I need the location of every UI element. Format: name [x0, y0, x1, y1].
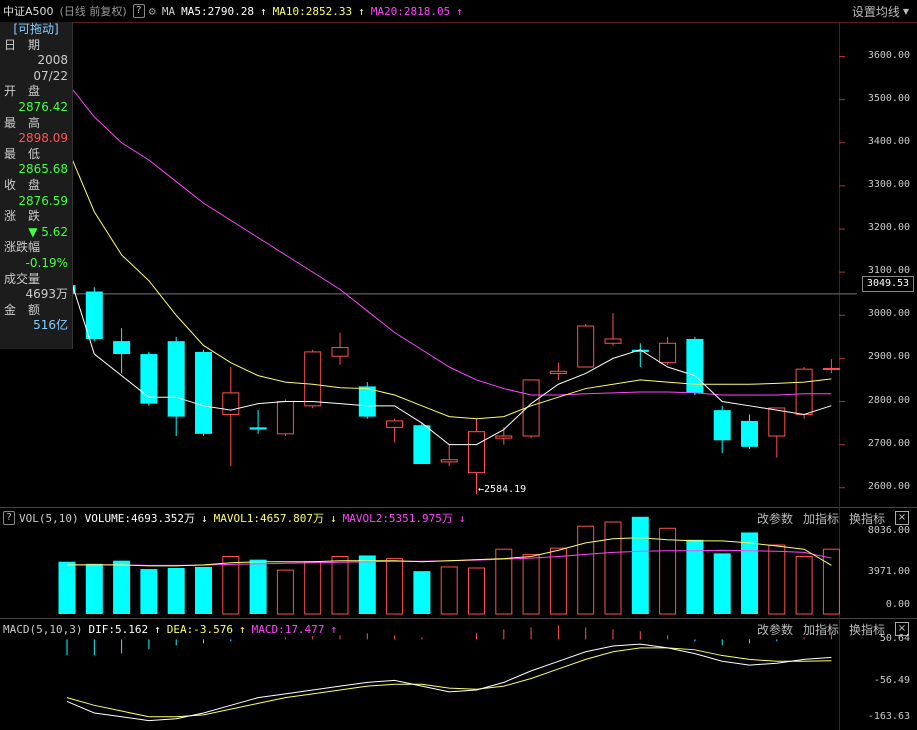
volume-bar [522, 553, 540, 615]
open-label: 开 盘 [4, 84, 41, 99]
vol-axis-label: 8036.00 [867, 525, 910, 536]
volume-label: 成交量 [4, 271, 41, 286]
volume-bar [577, 525, 595, 615]
volume-bar [195, 566, 212, 614]
candle-body [468, 431, 485, 474]
price-axis-label: 3000.00 [867, 308, 910, 320]
candle-body [768, 407, 786, 437]
low-label: 最 低 [4, 146, 41, 161]
volume-bar [113, 560, 131, 614]
drag-handle[interactable]: [可拖动] [0, 22, 72, 38]
volume-bar [631, 516, 649, 614]
candle-body [741, 420, 758, 447]
candle-body [549, 370, 567, 374]
high-label: 最 高 [4, 115, 41, 130]
candle-body [604, 338, 622, 344]
volume-bar [604, 521, 622, 615]
price-axis-label: 2700.00 [867, 437, 910, 449]
open-value: 2876.42 [18, 99, 68, 114]
close-label: 收 盘 [4, 177, 41, 192]
amount-label: 金 额 [4, 302, 41, 317]
pct-label: 涨跌幅 [4, 240, 41, 255]
date-value: 07/22 [33, 68, 68, 83]
volume-bar [659, 527, 677, 615]
volume-bar [741, 532, 758, 614]
volume-bar [58, 561, 76, 614]
candle-body [276, 401, 294, 435]
candle-body [440, 459, 458, 463]
amount-value: 516亿 [33, 318, 68, 333]
volume-bar [413, 571, 431, 614]
volume-bar [358, 555, 376, 614]
date-label: 日 期 [4, 37, 41, 52]
price-axis-label: 3500.00 [867, 92, 910, 104]
volume-bar [222, 556, 240, 615]
volume-bar [440, 566, 458, 615]
current-price-tag: 3049.53 [862, 276, 914, 292]
volume-bar [468, 567, 485, 615]
candle-body [113, 341, 131, 355]
dea-line [66, 647, 832, 718]
info-panel[interactable]: [可拖动] 日 期 2008 07/22 开 盘 2876.42 最 高 289… [0, 22, 73, 349]
candle-body [222, 392, 240, 415]
candle-body [713, 410, 731, 441]
price-axis-label: 2600.00 [867, 480, 910, 492]
pct-value: -0.19% [25, 255, 68, 270]
candle-body [577, 325, 595, 368]
candle-body [659, 342, 677, 364]
vol-axis-label: 3971.00 [867, 566, 910, 577]
candle-body [249, 427, 267, 430]
low-value: 2865.68 [18, 162, 68, 177]
volume-bar [140, 569, 158, 614]
volume-bar [85, 563, 103, 614]
close-value: 2876.59 [18, 193, 68, 208]
volume-bar [822, 548, 840, 615]
volume-bar [249, 559, 267, 614]
price-axis-label: 3600.00 [867, 49, 910, 61]
volume-bar [795, 556, 813, 615]
candle-body [85, 291, 103, 339]
price-axis-label: 2900.00 [867, 351, 910, 363]
price-axis-label: 3200.00 [867, 222, 910, 233]
candle-body [795, 368, 813, 415]
candle-body [304, 351, 322, 407]
change-label: 涨 跌 [4, 209, 41, 224]
volume-bar [167, 568, 185, 614]
candle-body [386, 420, 404, 428]
macd-axis-label: -56.49 [873, 675, 910, 686]
candle-body [686, 338, 704, 393]
candle-body [358, 386, 376, 417]
price-axis-label: 3400.00 [867, 135, 910, 147]
high-value: 2898.09 [18, 131, 68, 146]
candle-body [413, 425, 431, 465]
low-marker: ←2584.19 [478, 484, 527, 495]
volume-bar [276, 569, 294, 615]
volume-bar [304, 561, 322, 615]
volume-bar [331, 556, 349, 615]
volume-bar [768, 544, 786, 615]
volume-bar [386, 558, 404, 615]
candlestick-chart[interactable] [0, 0, 917, 730]
price-axis-label: 2800.00 [867, 394, 910, 406]
price-axis-label: 3300.00 [867, 178, 910, 190]
candle-body [822, 367, 840, 370]
date-year: 2008 [37, 53, 68, 68]
candle-body [331, 347, 349, 357]
dif-line [66, 643, 832, 722]
candle-body [167, 341, 185, 417]
low-marker-value: 2584.19 [484, 484, 527, 495]
macd-axis-label: -163.63 [867, 711, 910, 722]
volume-bar [713, 553, 731, 614]
volume-bar [549, 547, 567, 615]
change-value: ▼ 5.62 [28, 224, 68, 239]
macd-axis-label: 50.64 [879, 633, 910, 644]
price-axis-label: 3100.00 [867, 265, 910, 277]
candle-body [495, 435, 513, 439]
volume-value: 4693万 [25, 287, 68, 302]
vol-axis-label: 0.00 [885, 599, 910, 610]
candle-body [140, 354, 158, 404]
candle-body [195, 351, 212, 434]
